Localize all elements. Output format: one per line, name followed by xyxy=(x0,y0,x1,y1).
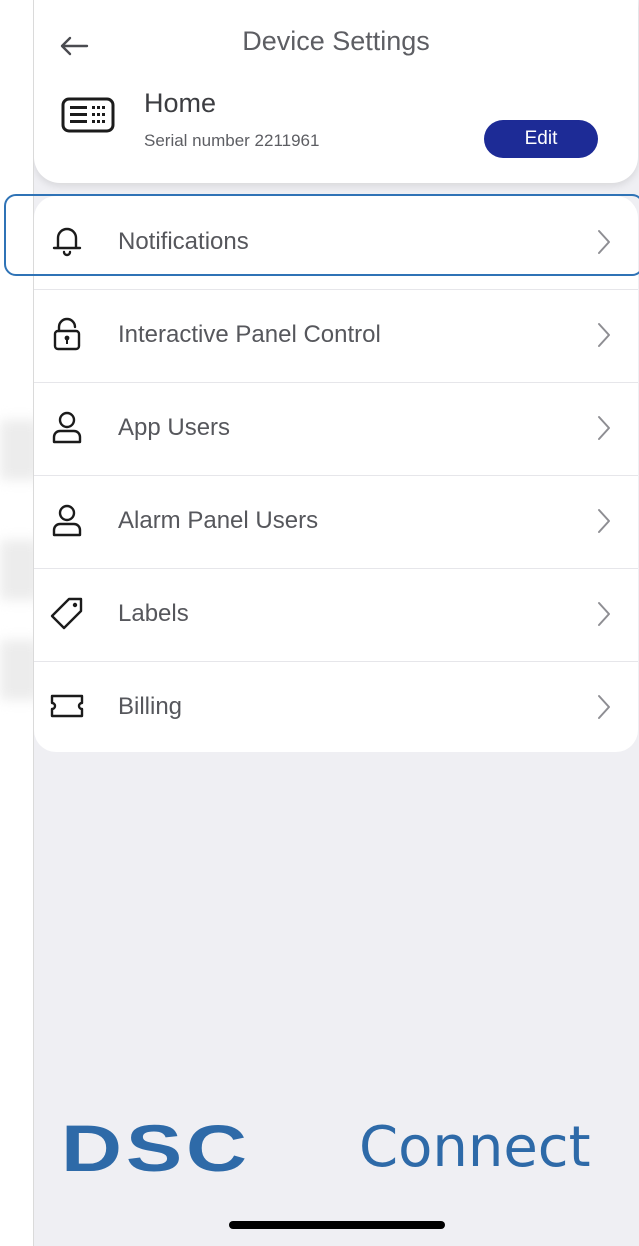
page-title: Device Settings xyxy=(242,26,430,56)
menu-item-label: Labels xyxy=(118,600,189,627)
chevron-right-icon xyxy=(598,416,610,440)
chevron-right-icon xyxy=(598,602,610,626)
menu-item-notifications[interactable]: Notifications xyxy=(34,196,638,288)
chevron-right-icon xyxy=(598,509,610,533)
menu-item-label: Notifications xyxy=(118,228,249,255)
header-card: Device Settings Home Serial number 22119… xyxy=(34,0,638,183)
menu-item-interactive-panel-control[interactable]: Interactive Panel Control xyxy=(34,289,638,381)
user-icon xyxy=(52,504,82,537)
ticket-icon xyxy=(50,694,84,718)
edit-button[interactable]: Edit xyxy=(484,120,598,158)
menu-item-label: Alarm Panel Users xyxy=(118,507,319,534)
menu-item-alarm-panel-users[interactable]: Alarm Panel Users xyxy=(34,475,638,567)
bell-icon xyxy=(52,227,82,257)
menu-item-billing[interactable]: Billing xyxy=(34,661,638,752)
lock-icon xyxy=(53,317,81,351)
chevron-right-icon xyxy=(598,230,610,254)
menu-item-app-users[interactable]: App Users xyxy=(34,382,638,474)
serial-number: Serial number 2211961 xyxy=(144,131,320,150)
logo-dsc-text: DSC xyxy=(61,1111,251,1185)
user-icon xyxy=(52,411,82,444)
device-name: Home xyxy=(144,88,217,118)
chevron-right-icon xyxy=(598,323,610,347)
menu-item-label: App Users xyxy=(118,414,231,441)
settings-menu: Notifications Interactive Panel Control xyxy=(34,196,638,752)
menu-item-label: Interactive Panel Control xyxy=(118,321,381,348)
home-indicator[interactable] xyxy=(229,1221,445,1229)
menu-item-labels[interactable]: Labels xyxy=(34,568,638,660)
menu-item-label: Billing xyxy=(118,693,183,720)
chevron-right-icon xyxy=(598,695,610,719)
dsc-connect-logo: DSC Connect xyxy=(61,1113,591,1183)
device-settings-screen: Device Settings Home Serial number 22119… xyxy=(33,0,639,1246)
tag-icon xyxy=(50,597,83,630)
keypad-panel-icon xyxy=(61,97,115,133)
